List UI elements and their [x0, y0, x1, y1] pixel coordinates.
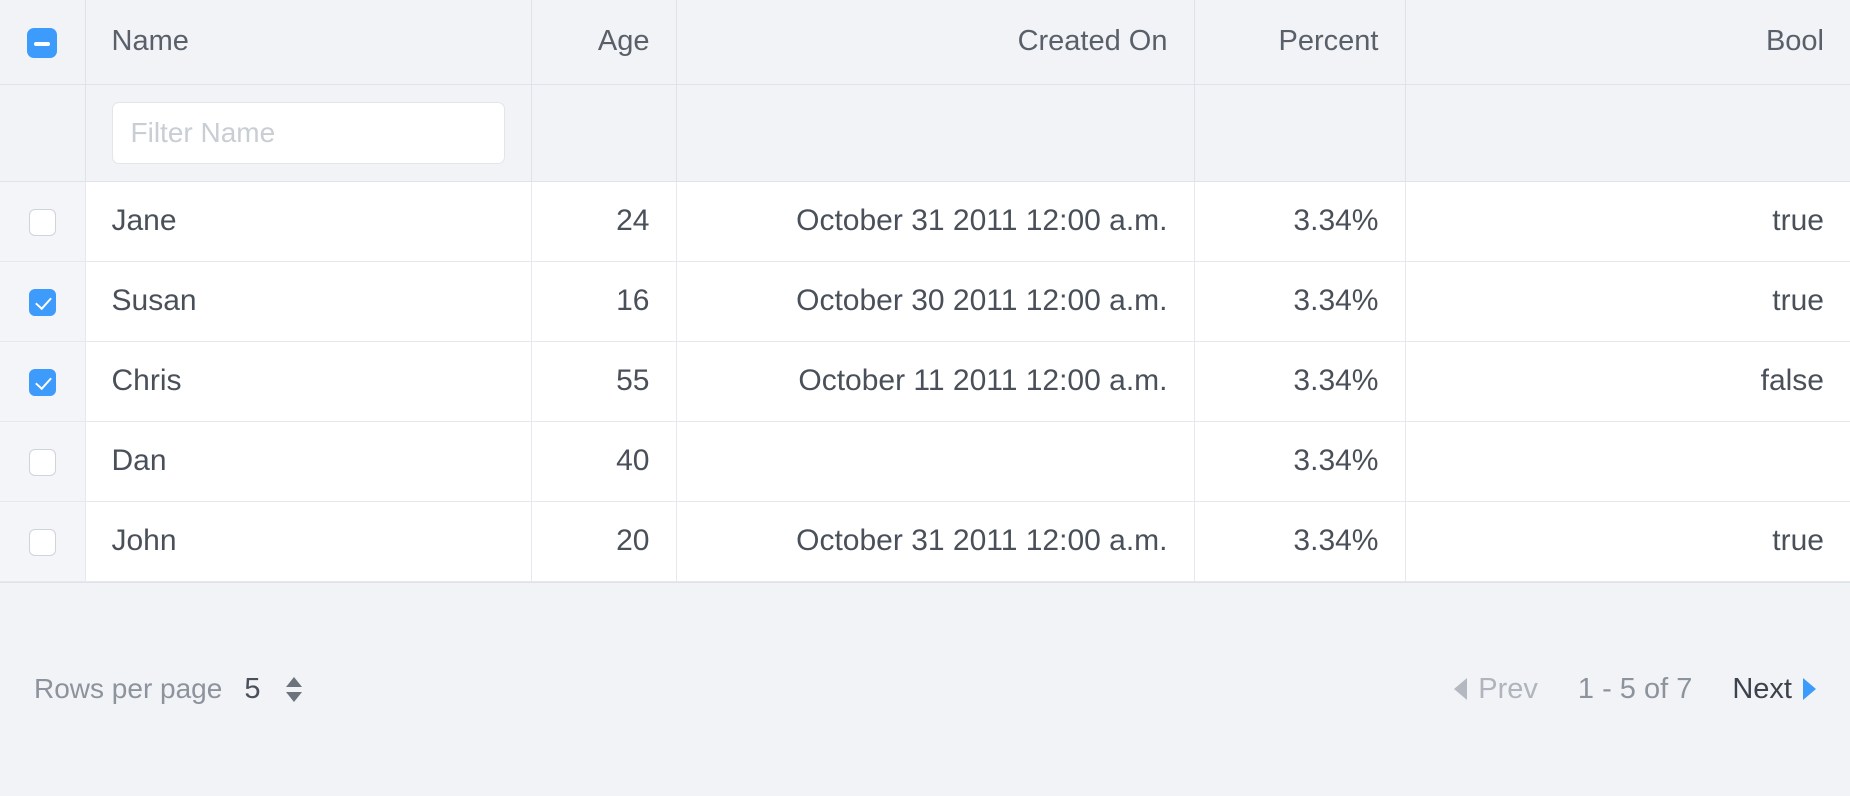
- cell-age: 16: [531, 261, 676, 341]
- cell-created-on: [676, 421, 1194, 501]
- checkbox-unchecked-icon[interactable]: [29, 209, 56, 236]
- cell-age: 55: [531, 341, 676, 421]
- filter-cell-age: [531, 84, 676, 181]
- filter-section: [0, 84, 1850, 181]
- row-select-cell[interactable]: [0, 341, 85, 421]
- column-header-age[interactable]: Age: [531, 0, 676, 84]
- filter-cell-percent: [1194, 84, 1405, 181]
- table-footer: Rows per page 5 Prev 1 - 5 of 7 Next: [0, 582, 1850, 796]
- table-row[interactable]: Dan40 3.34%: [0, 421, 1850, 501]
- pagination-range: 1 - 5 of 7: [1578, 673, 1692, 706]
- cell-age: 20: [531, 501, 676, 581]
- filter-cell-bool: [1405, 84, 1850, 181]
- cell-bool: true: [1405, 501, 1850, 581]
- table-row[interactable]: John20October 31 2011 12:00 a.m.3.34%tru…: [0, 501, 1850, 581]
- rows-per-page-control: Rows per page 5: [34, 673, 306, 706]
- table-row[interactable]: Jane24October 31 2011 12:00 a.m.3.34%tru…: [0, 181, 1850, 261]
- cell-name: Jane: [85, 181, 531, 261]
- checkbox-unchecked-icon[interactable]: [29, 449, 56, 476]
- prev-page-button[interactable]: Prev: [1454, 673, 1538, 706]
- row-select-cell[interactable]: [0, 421, 85, 501]
- cell-percent: 3.34%: [1194, 501, 1405, 581]
- filter-row: [0, 84, 1850, 181]
- row-select-cell[interactable]: [0, 261, 85, 341]
- cell-created-on: October 31 2011 12:00 a.m.: [676, 181, 1194, 261]
- checkbox-checked-icon[interactable]: [29, 289, 56, 316]
- cell-bool: true: [1405, 261, 1850, 341]
- cell-age: 40: [531, 421, 676, 501]
- filter-cell-name: [85, 84, 531, 181]
- cell-name: John: [85, 501, 531, 581]
- cell-bool: [1405, 421, 1850, 501]
- cell-bool: true: [1405, 181, 1850, 261]
- rows-per-page-stepper[interactable]: [282, 675, 306, 704]
- column-header-bool[interactable]: Bool: [1405, 0, 1850, 84]
- cell-percent: 3.34%: [1194, 421, 1405, 501]
- rows-per-page-label: Rows per page: [34, 673, 222, 705]
- select-all-header-cell[interactable]: [0, 0, 85, 84]
- cell-name: Susan: [85, 261, 531, 341]
- cell-created-on: October 30 2011 12:00 a.m.: [676, 261, 1194, 341]
- cell-percent: 3.34%: [1194, 341, 1405, 421]
- column-header-name[interactable]: Name: [85, 0, 531, 84]
- checkbox-checked-icon[interactable]: [29, 369, 56, 396]
- checkbox-indeterminate-icon[interactable]: [27, 28, 57, 58]
- prev-page-label: Prev: [1478, 673, 1538, 706]
- cell-name: Chris: [85, 341, 531, 421]
- caret-up-icon[interactable]: [286, 677, 302, 687]
- cell-name: Dan: [85, 421, 531, 501]
- header-row: Name Age Created On Percent Bool: [0, 0, 1850, 84]
- table-header: Name Age Created On Percent Bool: [0, 0, 1850, 84]
- next-page-button[interactable]: Next: [1732, 673, 1816, 706]
- pagination-control: Prev 1 - 5 of 7 Next: [1454, 673, 1816, 706]
- rows-per-page-value[interactable]: 5: [244, 673, 260, 706]
- table-row[interactable]: Chris55October 11 2011 12:00 a.m.3.34%fa…: [0, 341, 1850, 421]
- data-grid: Name Age Created On Percent Bool Jane24O…: [0, 0, 1850, 796]
- cell-created-on: October 11 2011 12:00 a.m.: [676, 341, 1194, 421]
- row-select-cell[interactable]: [0, 501, 85, 581]
- row-select-cell[interactable]: [0, 181, 85, 261]
- filter-cell-check: [0, 84, 85, 181]
- caret-down-icon[interactable]: [286, 692, 302, 702]
- cell-created-on: October 31 2011 12:00 a.m.: [676, 501, 1194, 581]
- cell-bool: false: [1405, 341, 1850, 421]
- search-input[interactable]: [112, 102, 505, 164]
- caret-right-icon: [1803, 678, 1816, 700]
- column-header-percent[interactable]: Percent: [1194, 0, 1405, 84]
- checkbox-unchecked-icon[interactable]: [29, 529, 56, 556]
- data-table: Name Age Created On Percent Bool Jane24O…: [0, 0, 1850, 582]
- table-body: Jane24October 31 2011 12:00 a.m.3.34%tru…: [0, 181, 1850, 581]
- next-page-label: Next: [1732, 673, 1792, 706]
- table-row[interactable]: Susan16October 30 2011 12:00 a.m.3.34%tr…: [0, 261, 1850, 341]
- caret-left-icon: [1454, 678, 1467, 700]
- cell-percent: 3.34%: [1194, 261, 1405, 341]
- column-header-created-on[interactable]: Created On: [676, 0, 1194, 84]
- cell-age: 24: [531, 181, 676, 261]
- filter-cell-created-on: [676, 84, 1194, 181]
- cell-percent: 3.34%: [1194, 181, 1405, 261]
